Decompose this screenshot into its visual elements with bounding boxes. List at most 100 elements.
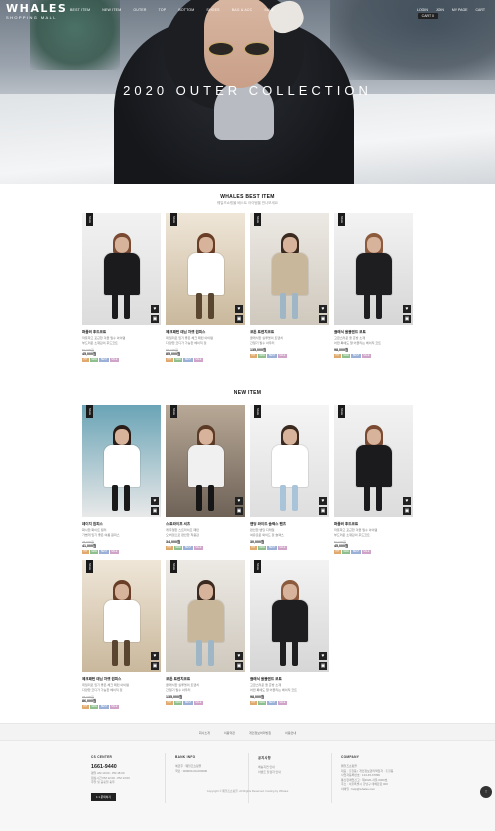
product-name[interactable]: 퍼플러 후드코트	[334, 522, 413, 527]
heart-icon[interactable]: ♥	[235, 305, 243, 313]
cart-icon[interactable]: ▣	[235, 315, 243, 323]
footer-notice: 공지사항 배송지연 안내 이벤트 당첨자 안내	[258, 755, 281, 774]
product-card[interactable]: SALE ♥ ▣ 스트라이프 셔츠 캐주얼한 스트라이프 패턴 오버핏으로 편안한 착용감…	[166, 405, 245, 551]
util-login[interactable]: LOGIN	[417, 8, 428, 12]
product-card[interactable]: SALE ♥ ▣ 코튼 트렌치코트 클래식한 실루엣의 트렌치 간절기 필수 아우터 135…	[250, 213, 329, 359]
nav-item-best[interactable]: BEST ITEM	[70, 8, 90, 12]
product-image[interactable]: SALE ♥ ▣	[82, 213, 161, 325]
cs-title: CS CENTER	[91, 755, 113, 759]
tag-badge: BEST	[183, 701, 193, 706]
product-card[interactable]: SALE ♥ ▣ 코튼 트렌치코트 클래식한 실루엣의 트렌치 간절기 필수 아우터 135…	[166, 560, 245, 706]
util-join[interactable]: JOIN	[436, 8, 444, 12]
product-name[interactable]: 데이지 원피스	[82, 522, 161, 527]
scroll-top-button[interactable]: ↑	[480, 786, 492, 798]
product-card[interactable]: SALE ♥ ▣ 체크패턴 데님 자켓 원피스 데일리로 입기 좋은 체크 패턴 아이템…	[82, 560, 161, 710]
product-name[interactable]: 클래식 울블렌드 코트	[250, 677, 329, 682]
cart-icon[interactable]: ▣	[151, 315, 159, 323]
cart-icon[interactable]: ▣	[235, 662, 243, 670]
link-guide[interactable]: 이용안내	[285, 731, 296, 735]
product-card[interactable]: SALE ♥ ▣ 클래식 울블렌드 코트 고급스러운 울 혼방 소재 어떤 룩에도 잘 어…	[250, 560, 329, 706]
product-name[interactable]: 스트라이프 셔츠	[166, 522, 245, 527]
nav-item-outer[interactable]: OUTER	[133, 8, 146, 12]
link-terms[interactable]: 이용약관	[224, 731, 235, 735]
tag-badge: BEST	[99, 358, 109, 363]
product-image[interactable]: SALE ♥ ▣	[334, 213, 413, 325]
heart-icon[interactable]: ♥	[319, 652, 327, 660]
cart-icon[interactable]: ▣	[319, 315, 327, 323]
util-cart[interactable]: CART	[476, 8, 485, 12]
product-image[interactable]: SALE ♥ ▣	[250, 560, 329, 672]
link-about[interactable]: 회사소개	[199, 731, 210, 735]
heart-icon[interactable]: ♥	[151, 497, 159, 505]
product-image[interactable]: SALE ♥ ▣	[166, 560, 245, 672]
heart-icon[interactable]: ♥	[403, 497, 411, 505]
heart-icon[interactable]: ♥	[319, 305, 327, 313]
product-model	[82, 405, 161, 517]
cart-icon[interactable]: ▣	[319, 662, 327, 670]
logo-main: WHALES	[6, 2, 68, 15]
util-mypage[interactable]: MY PAGE	[452, 8, 468, 12]
best-subtitle: 웨일즈쇼핑몰 베스트 아이템을 만나보세요	[217, 201, 278, 205]
cart-icon[interactable]: ▣	[235, 507, 243, 515]
product-card[interactable]: SALE ♥ ▣ 퍼플러 후드코트 따뜻하고 포근한 겨울 필수 아이템 부드러운 소재감…	[82, 213, 161, 363]
product-image[interactable]: SALE ♥ ▣	[166, 405, 245, 517]
nav-item-bag[interactable]: BAG & ACC	[232, 8, 253, 12]
cart-icon[interactable]: ▣	[151, 507, 159, 515]
link-privacy[interactable]: 개인정보처리방침	[249, 731, 271, 735]
sale-badge: SALE	[86, 405, 93, 418]
product-card[interactable]: SALE ♥ ▣ 체크패턴 데님 자켓 원피스 데일리로 입기 좋은 체크 패턴 아이템…	[166, 213, 245, 363]
nav-item-new[interactable]: NEW ITEM	[102, 8, 121, 12]
heart-icon[interactable]: ♥	[235, 497, 243, 505]
heart-icon[interactable]: ♥	[151, 652, 159, 660]
footer-divider	[165, 753, 166, 803]
tag-badge: SALE	[277, 701, 287, 706]
tag-badge: HIT	[166, 358, 173, 363]
product-name[interactable]: 체크패턴 데님 자켓 원피스	[166, 330, 245, 335]
heart-icon[interactable]: ♥	[319, 497, 327, 505]
heart-icon[interactable]: ♥	[235, 652, 243, 660]
product-card[interactable]: SALE ♥ ▣ 밴딩 와이드 슬랙스 팬츠 편안한 밴딩 디테일 여유로운 와이드 핏 …	[250, 405, 329, 551]
cart-icon[interactable]: ▣	[151, 662, 159, 670]
nav-item-sale[interactable]: SALE	[264, 8, 274, 12]
product-card[interactable]: SALE ♥ ▣ 데이지 원피스 화사한 화이트 컬러 가볍게 입기 좋은 여름 원피스 4…	[82, 405, 161, 555]
cart-icon[interactable]: ▣	[403, 315, 411, 323]
notice-item[interactable]: 이벤트 당첨자 안내	[258, 770, 281, 775]
heart-icon[interactable]: ♥	[151, 305, 159, 313]
heart-icon[interactable]: ♥	[403, 305, 411, 313]
nav-item-bottom[interactable]: BOTTOM	[178, 8, 194, 12]
nav-item-top[interactable]: TOP	[159, 8, 167, 12]
inquiry-button[interactable]: 1:1 문의하기	[91, 792, 116, 801]
tag-badge: BEST	[99, 705, 109, 710]
tag-badge: NEW	[173, 358, 183, 363]
cart-icon[interactable]: ▣	[319, 507, 327, 515]
product-desc: 어떤 룩에도 잘 어울리는 베이직 코트	[250, 688, 297, 693]
product-image[interactable]: SALE ♥ ▣	[250, 213, 329, 325]
product-image[interactable]: SALE ♥ ▣	[166, 213, 245, 325]
product-card[interactable]: SALE ♥ ▣ 클래식 울블렌드 코트 고급스러운 울 혼방 소재 어떤 룩에도 잘 어…	[334, 213, 413, 359]
product-name[interactable]: 코튼 트렌치코트	[250, 330, 329, 335]
product-tags: HIT NEW BEST SALE	[250, 354, 329, 359]
product-tags: HIT NEW BEST SALE	[166, 546, 245, 551]
product-model	[334, 405, 413, 517]
product-desc: 데일리로 입기 좋은 체크 패턴 아이템	[82, 683, 129, 687]
product-image[interactable]: SALE ♥ ▣	[334, 405, 413, 517]
product-name[interactable]: 퍼플러 후드코트	[82, 330, 161, 335]
product-card[interactable]: SALE ♥ ▣ 퍼플러 후드코트 따뜻하고 포근한 겨울 필수 아이템 부드러운 소재감…	[334, 405, 413, 555]
product-desc: 간절기 필수 아우터	[166, 688, 191, 693]
nav-item-shoes[interactable]: SHOES	[206, 8, 219, 12]
sale-badge: SALE	[86, 213, 93, 226]
cart-icon[interactable]: ▣	[403, 507, 411, 515]
product-name[interactable]: 체크패턴 데님 자켓 원피스	[82, 677, 161, 682]
footer-company: COMPANY 웨일즈쇼핑몰 대표 : 홍길동 | 개인정보관리책임자 : 홍길…	[341, 755, 393, 792]
product-image[interactable]: SALE ♥ ▣	[82, 560, 161, 672]
product-image[interactable]: SALE ♥ ▣	[250, 405, 329, 517]
product-name[interactable]: 코튼 트렌치코트	[166, 677, 245, 682]
cart-button[interactable]: CART 0	[417, 13, 438, 19]
notice-title[interactable]: 공지사항	[258, 755, 281, 760]
product-name[interactable]: 밴딩 와이드 슬랙스 팬츠	[250, 522, 329, 527]
product-image[interactable]: SALE ♥ ▣	[82, 405, 161, 517]
product-name[interactable]: 클래식 울블렌드 코트	[334, 330, 413, 335]
tag-badge: NEW	[257, 354, 267, 359]
logo[interactable]: WHALES SHOPPING MALL	[6, 2, 68, 21]
best-title: WHALES BEST ITEM	[220, 194, 275, 200]
